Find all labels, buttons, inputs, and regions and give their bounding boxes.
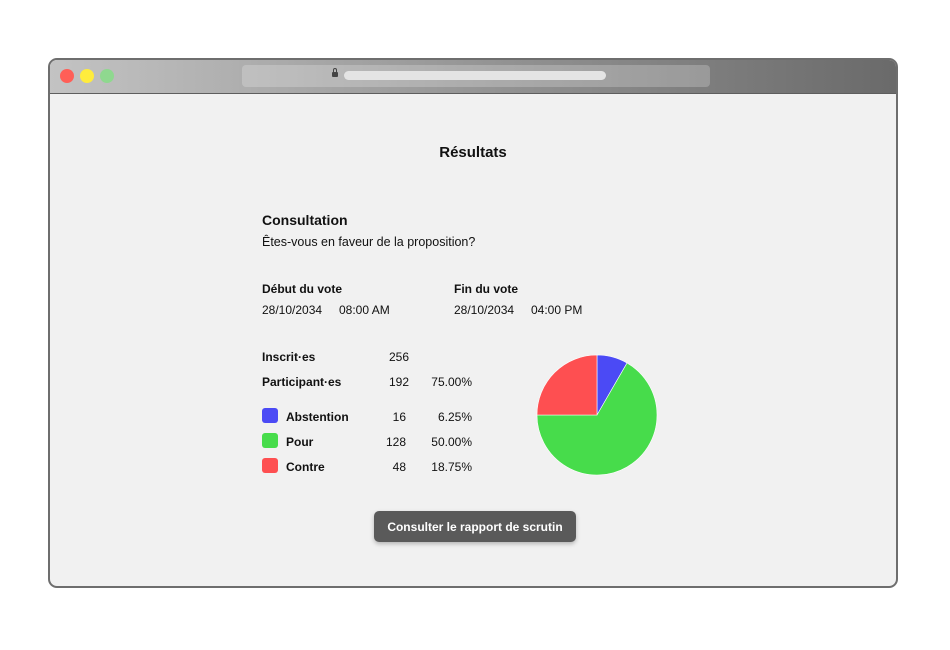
pour-count: 128 (385, 435, 406, 449)
pie-slice-contre (536, 354, 598, 416)
start-date: 28/10/2034 (262, 303, 323, 317)
registered-label: Inscrit·es (262, 350, 316, 364)
minimize-window-button[interactable] (80, 69, 94, 83)
contre-count: 48 (392, 460, 406, 474)
abstention-count: 16 (392, 410, 406, 424)
consultation-question: Êtes-vous en faveur de la proposition? (262, 235, 476, 249)
pour-color-swatch (262, 433, 278, 448)
end-label: Fin du vote (454, 282, 518, 296)
address-bar[interactable] (242, 65, 710, 87)
url-placeholder (344, 71, 606, 80)
maximize-window-button[interactable] (100, 69, 114, 83)
contre-pct: 18.75% (431, 460, 472, 474)
start-label: Début du vote (262, 282, 342, 296)
end-date: 28/10/2034 (454, 303, 515, 317)
participants-label: Participant·es (262, 375, 342, 389)
results-pie-chart (536, 354, 658, 476)
pour-pct: 50.00% (431, 435, 472, 449)
contre-label: Contre (286, 460, 325, 474)
registered-value: 256 (389, 350, 410, 364)
browser-window: Résultats Consultation Êtes-vous en fave… (48, 58, 898, 588)
abstention-color-swatch (262, 408, 278, 423)
start-time: 08:00 AM (339, 303, 390, 317)
close-window-button[interactable] (60, 69, 74, 83)
participants-pct: 75.00% (431, 375, 472, 389)
view-report-button[interactable]: Consulter le rapport de scrutin (374, 511, 576, 542)
title-bar (50, 60, 896, 94)
participants-value: 192 (389, 375, 410, 389)
contre-color-swatch (262, 458, 278, 473)
pour-label: Pour (286, 435, 314, 449)
lock-icon (332, 68, 338, 77)
page-title: Résultats (439, 144, 507, 161)
consultation-title: Consultation (262, 212, 348, 228)
abstention-label: Abstention (286, 410, 349, 424)
end-time: 04:00 PM (531, 303, 583, 317)
abstention-pct: 6.25% (437, 410, 472, 424)
